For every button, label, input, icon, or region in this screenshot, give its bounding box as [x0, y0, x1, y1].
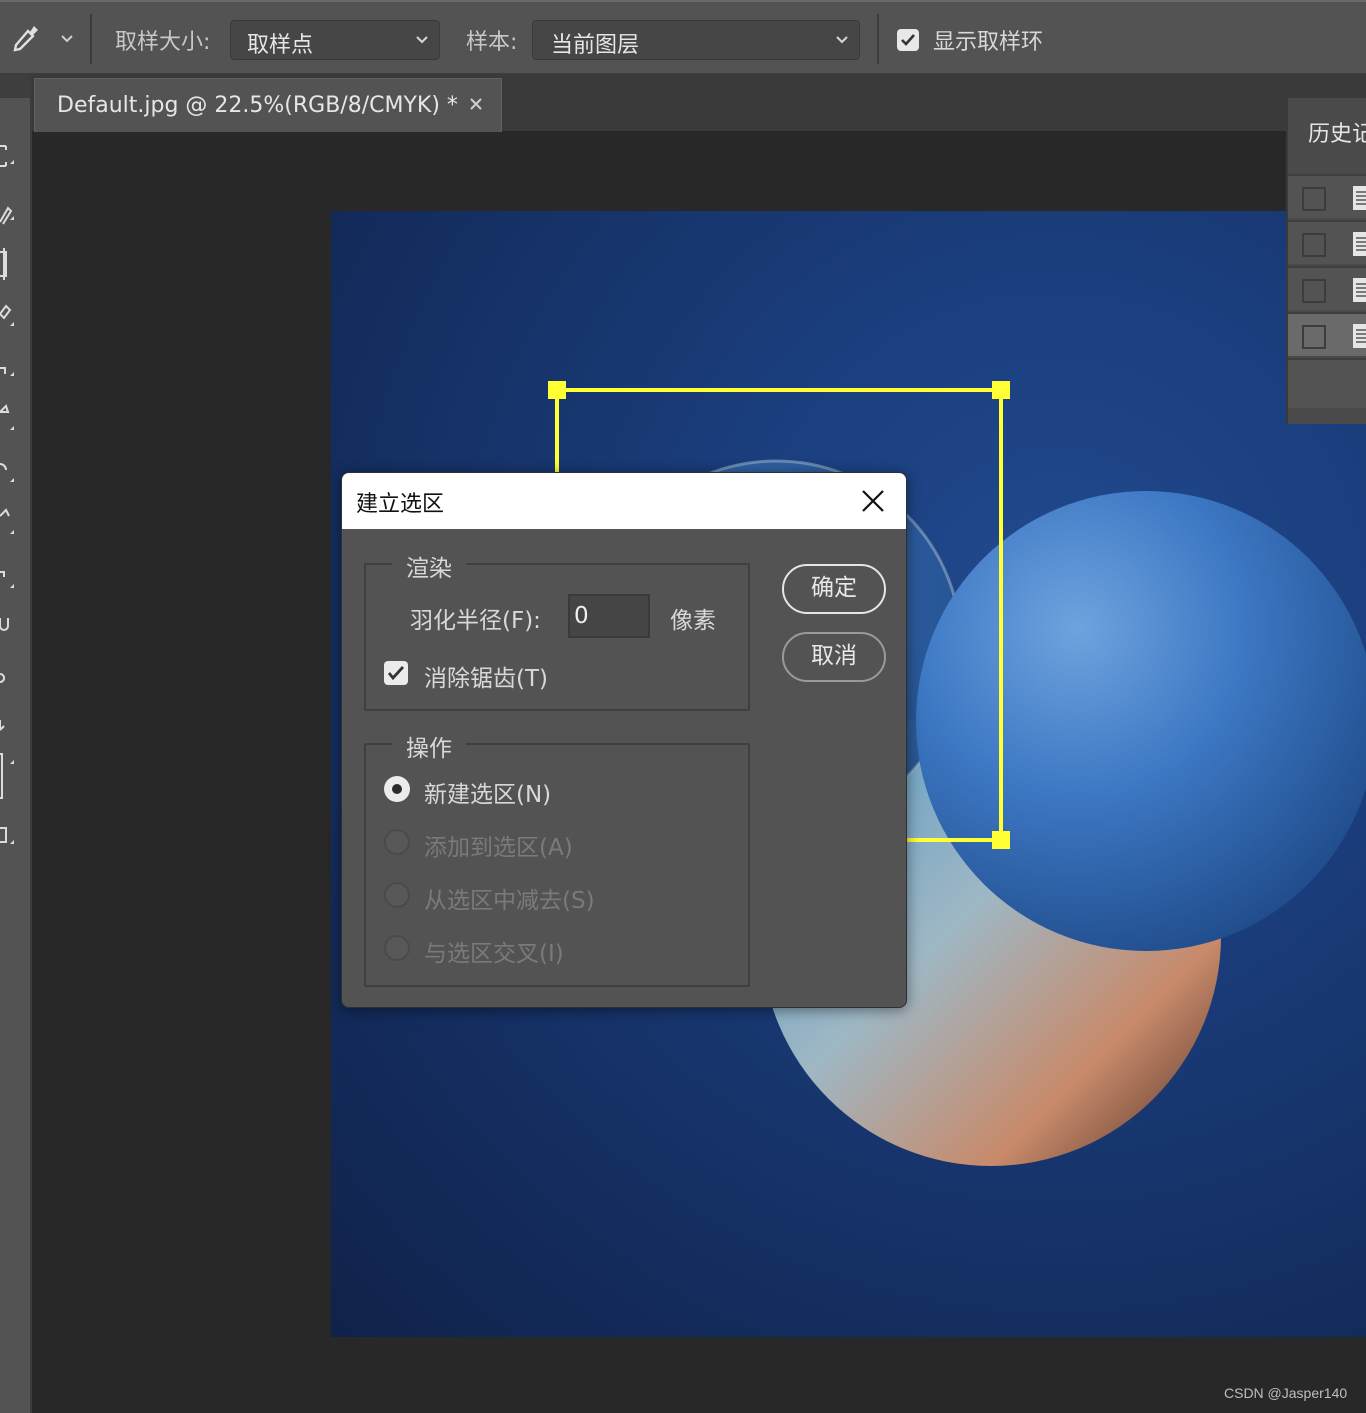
add-to-selection-radio[interactable] [384, 829, 410, 855]
brush-tool-icon [0, 206, 13, 225]
intersect-selection-radio[interactable] [384, 935, 410, 961]
show-ring-label: 显示取样环 [933, 30, 1044, 55]
document-tab[interactable]: Default.jpg @ 22.5%(RGB/8/CMYK) * [34, 78, 502, 132]
antialias-checkbox[interactable] [384, 661, 408, 685]
options-separator [877, 14, 879, 64]
document-tab-title: Default.jpg @ 22.5%(RGB/8/CMYK) * [57, 93, 458, 118]
eyedropper-icon[interactable] [8, 22, 42, 56]
sample-size-select[interactable]: 取样点 [230, 20, 440, 60]
antialias-label: 消除锯齿(T) [424, 666, 548, 692]
add-to-selection-label: 添加到选区(A) [424, 835, 573, 861]
watermark-text: CSDN @Jasper140 [1224, 1385, 1348, 1401]
dialog-title: 建立选区 [356, 492, 445, 517]
subtract-from-selection-label: 从选区中减去(S) [424, 888, 595, 914]
path-tool-icon [0, 508, 10, 517]
show-ring-checkbox[interactable] [897, 29, 919, 51]
intersect-selection-label: 与选区交叉(I) [424, 941, 564, 967]
feather-radius-value: 0 [574, 603, 589, 629]
tools-panel [0, 74, 32, 1413]
history-panel-footer [1288, 358, 1366, 408]
text-tool-icon [0, 571, 5, 577]
sample-size-label: 取样大小: [115, 30, 211, 55]
sample-select[interactable]: 当前图层 [532, 20, 860, 60]
history-row[interactable] [1288, 266, 1366, 310]
stamp-tool-icon [0, 367, 6, 374]
photoshop-window: 取样大小: 取样点 样本: 当前图层 显示取样环 Default.jpg @ 2… [0, 0, 1366, 1413]
marquee-tool-icon [0, 145, 7, 167]
blue-sphere [916, 491, 1366, 951]
document-icon [1353, 232, 1366, 256]
dialog-titlebar[interactable]: 建立选区 [342, 473, 906, 529]
document-tab-strip: Default.jpg @ 22.5%(RGB/8/CMYK) * [32, 74, 1366, 132]
document-icon [1353, 186, 1366, 210]
new-selection-radio[interactable] [384, 776, 410, 802]
pen-tool-icon [0, 304, 12, 320]
options-bar: 取样大小: 取样点 样本: 当前图层 显示取样环 [0, 0, 1366, 74]
history-snapshot-toggle[interactable] [1302, 325, 1326, 349]
checkmark-icon [901, 34, 915, 46]
history-panel-title: 历史记 [1308, 122, 1366, 147]
feather-label: 羽化半径(F): [410, 608, 541, 634]
history-panel: 历史记 [1286, 96, 1366, 424]
blur-tool-icon [0, 463, 7, 471]
quickmask-tool-icon [0, 827, 7, 843]
zoom-tool-icon [0, 720, 5, 731]
close-icon[interactable] [465, 93, 487, 115]
sample-value: 当前图层 [551, 33, 640, 58]
history-snapshot-toggle[interactable] [1302, 233, 1326, 257]
chevron-down-icon [416, 36, 428, 44]
ok-button[interactable]: 确定 [782, 564, 886, 614]
make-selection-dialog: 建立选区 渲染 羽化半径(F): 0 像素 消除锯齿(T) 操作 新建选区(N)… [341, 472, 907, 1008]
tool-icons-strip[interactable] [0, 144, 30, 864]
eraser-tool-icon [0, 404, 10, 413]
tool-preset-chevron-icon[interactable] [58, 30, 76, 48]
sample-size-value: 取样点 [247, 33, 314, 58]
hand-tool-icon [0, 673, 6, 683]
options-separator [90, 14, 92, 64]
render-group: 渲染 [364, 549, 750, 711]
history-row[interactable] [1288, 220, 1366, 264]
tools-panel-header [0, 74, 30, 98]
shape-tool-icon [0, 618, 9, 631]
history-snapshot-toggle[interactable] [1302, 279, 1326, 303]
new-selection-label: 新建选区(N) [424, 782, 552, 808]
checkmark-icon [387, 666, 405, 681]
history-row[interactable] [1288, 174, 1366, 218]
feather-radius-input[interactable]: 0 [568, 594, 650, 638]
feather-unit-label: 像素 [670, 608, 716, 634]
subtract-from-selection-radio[interactable] [384, 882, 410, 908]
document-icon [1353, 278, 1366, 302]
close-icon[interactable] [859, 487, 887, 515]
history-row-selected[interactable] [1288, 312, 1366, 356]
document-icon [1353, 324, 1366, 348]
render-group-legend: 渲染 [392, 549, 466, 583]
sample-label: 样本: [466, 30, 518, 55]
color-swatch-icon [0, 753, 3, 799]
chevron-down-icon [836, 36, 848, 44]
operation-group-legend: 操作 [392, 729, 466, 763]
crop-tool-icon [0, 248, 7, 280]
history-snapshot-toggle[interactable] [1302, 187, 1326, 211]
cancel-button[interactable]: 取消 [782, 632, 886, 682]
